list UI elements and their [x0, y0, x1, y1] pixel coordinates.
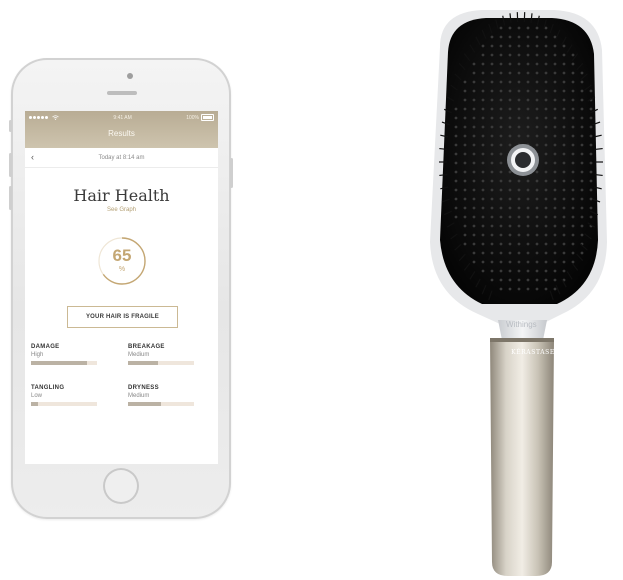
status-time: 9:41 AM	[113, 114, 132, 121]
metric-bar-track	[128, 402, 194, 406]
metric-level: High	[31, 352, 44, 358]
date-bar: ‹ Today at 8:14 am	[25, 148, 218, 168]
metric-bar-fill	[128, 361, 158, 365]
app-header: 9:41 AM 100% Results	[25, 111, 218, 148]
metric-name: BREAKAGE	[128, 344, 165, 350]
metric-tangling: TANGLING Low	[31, 385, 103, 406]
smart-hairbrush: Withings KÉRASTASE	[412, 0, 623, 580]
mute-switch	[9, 120, 12, 132]
battery-percent: 100%	[186, 114, 199, 121]
metric-bar-track	[31, 402, 97, 406]
status-bar: 9:41 AM 100%	[25, 111, 218, 124]
score-value: 65	[112, 246, 132, 265]
metric-dryness: DRYNESS Medium	[128, 385, 200, 406]
metric-name: DAMAGE	[31, 344, 60, 350]
withings-logo: Withings	[506, 320, 537, 329]
metric-bar-track	[31, 361, 97, 365]
battery-icon	[201, 114, 214, 121]
smartphone: 9:41 AM 100% Results ‹ Today at 8:14 am …	[9, 58, 233, 519]
metric-level: Low	[31, 393, 43, 399]
volume-down-button	[9, 186, 12, 210]
metric-bar-fill	[128, 402, 161, 406]
metric-name: DRYNESS	[128, 385, 159, 391]
kerastase-logo: KÉRASTASE	[511, 349, 555, 356]
metric-level: Medium	[128, 393, 150, 399]
home-button[interactable]	[103, 468, 139, 504]
metric-bar-fill	[31, 402, 38, 406]
signal-icon	[29, 115, 49, 121]
back-chevron-icon[interactable]: ‹	[31, 152, 34, 162]
hair-health-title: Hair Health	[73, 186, 170, 205]
wifi-icon	[52, 115, 59, 120]
page-title: Results	[108, 129, 135, 138]
metric-level: Medium	[128, 352, 150, 358]
metric-bar-fill	[31, 361, 88, 365]
score-gauge: 65 %	[96, 235, 148, 287]
metric-bar-track	[128, 361, 194, 365]
app-screen: 9:41 AM 100% Results ‹ Today at 8:14 am …	[25, 111, 218, 464]
metric-name: TANGLING	[31, 385, 65, 391]
earpiece-speaker	[107, 91, 137, 95]
power-button	[230, 158, 233, 188]
score-unit: %	[118, 266, 126, 273]
result-date: Today at 8:14 am	[98, 154, 145, 161]
volume-up-button	[9, 153, 12, 177]
metric-breakage: BREAKAGE Medium	[128, 344, 200, 365]
front-camera	[127, 73, 133, 79]
see-graph-link[interactable]: See Graph	[25, 207, 218, 213]
hairbrush-illustration	[430, 10, 607, 576]
metric-damage: DAMAGE High	[31, 344, 103, 365]
verdict-button[interactable]: YOUR HAIR IS FRAGILE	[67, 306, 178, 328]
